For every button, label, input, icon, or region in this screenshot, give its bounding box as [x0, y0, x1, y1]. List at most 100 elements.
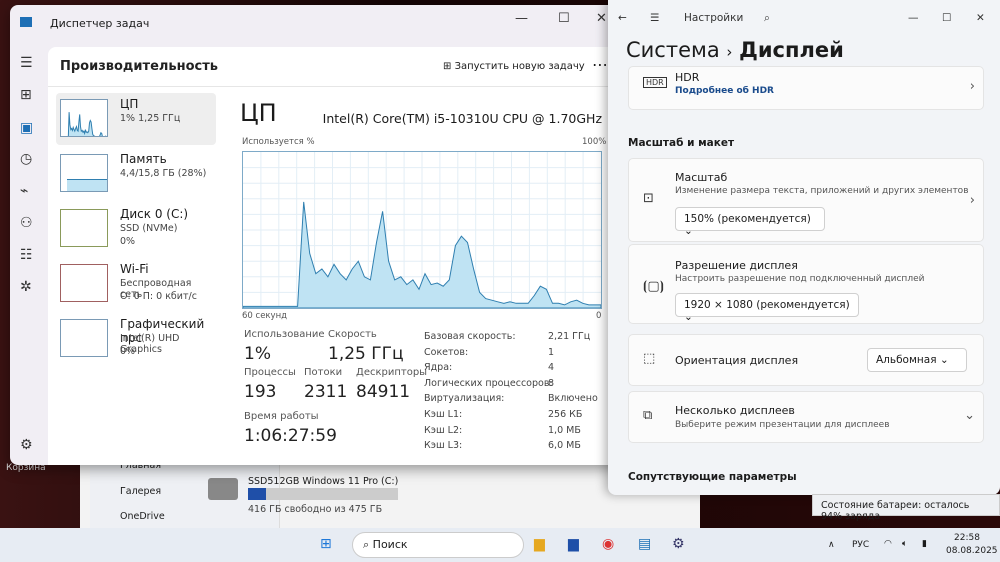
handles-label: Дескрипторы [356, 367, 428, 378]
usage-label: Использование [244, 329, 325, 340]
resource-disk[interactable]: Диск 0 (C:) SSD (NVMe) 0% [56, 203, 216, 255]
wifi-icon[interactable]: ◠ [884, 539, 892, 549]
settings-window: ← ☰ Настройки ⌕ — ☐ ✕ Система › Дисплей … [608, 0, 1000, 495]
spec-label: Сокетов: [424, 346, 469, 358]
drive-icon [208, 478, 238, 500]
chrome-icon[interactable]: ◉ [602, 536, 614, 552]
x-axis-label: 60 секунд [242, 311, 288, 321]
spec-label: Виртуализация: [424, 393, 505, 405]
breadcrumb: Система › Дисплей [626, 38, 844, 62]
spec-value: 4 [548, 362, 555, 374]
search-icon[interactable]: ⌕ [764, 12, 770, 25]
services-icon[interactable]: ✲ [20, 279, 32, 295]
history-icon[interactable]: ◷ [20, 151, 32, 167]
cpu-usage-graph [242, 151, 602, 309]
startup-icon[interactable]: ⌁ [20, 183, 28, 199]
cpu-thumbnail [60, 99, 108, 137]
task-manager-icon[interactable]: ▤ [638, 536, 651, 552]
wifi-thumbnail [60, 264, 108, 302]
performance-icon[interactable]: ▣ [20, 120, 33, 136]
search-box[interactable]: ⌕ Поиск [352, 532, 524, 558]
spec-label: Логических процессоров: [424, 377, 553, 389]
crumb-system[interactable]: Система [626, 38, 720, 62]
more-options-button[interactable]: ⋯ [592, 55, 608, 74]
drive-name[interactable]: SSD512GB Windows 11 Pro (C:) [248, 476, 398, 487]
orientation-dropdown[interactable]: Альбомная ⌄ [867, 348, 967, 372]
minimize-button[interactable]: — [515, 11, 528, 26]
page-title: Производительность [60, 59, 219, 74]
resolution-card: ⦗▢⦘ Разрешение дисплея Настроить разреше… [628, 244, 984, 324]
uptime-label: Время работы [244, 411, 319, 422]
resource-list: ЦП 1% 1,25 ГГц Память 4,4/15,8 ГБ (28%) Ди… [56, 93, 216, 368]
hdr-card[interactable]: HDR HDR Подробнее об HDR › [628, 66, 984, 110]
y-axis-max: 100% [582, 137, 607, 147]
spec-label: Ядра: [424, 362, 453, 374]
minimize-button[interactable]: — [908, 12, 919, 24]
resource-memory[interactable]: Память 4,4/15,8 ГБ (28%) [56, 148, 216, 200]
task-manager-window: Диспетчер задач — ☐ ✕ ☰ ⊞ ▣ ◷ ⌁ ⚇ ☷ ✲ ⚙ … [10, 5, 622, 465]
multiple-displays-card[interactable]: ⧉ Несколько дисплеев Выберите режим през… [628, 391, 984, 443]
scale-dropdown[interactable]: 150% (рекомендуется) ⌄ [675, 207, 825, 237]
clock-date[interactable]: 08.08.2025 [946, 546, 998, 556]
volume-icon[interactable]: 🔈︎ [902, 539, 907, 549]
maximize-button[interactable]: ☐ [558, 11, 570, 26]
scale-card: ⊡ Масштаб Изменение размера текста, прил… [628, 158, 984, 242]
show-hidden-icons[interactable]: ∧ [828, 540, 835, 550]
resolution-icon: ⦗▢⦘ [643, 279, 664, 294]
resource-cpu[interactable]: ЦП 1% 1,25 ГГц [56, 93, 216, 145]
speed-label: Скорость [328, 329, 377, 340]
battery-icon[interactable]: ▮ [922, 539, 927, 549]
run-new-task-button[interactable]: ⊞ Запустить новую задачу [443, 61, 585, 72]
close-button[interactable]: ✕ [596, 11, 607, 26]
y-axis-label: Используется % [242, 137, 315, 147]
details-icon[interactable]: ☷ [20, 247, 33, 263]
processes-label: Процессы [244, 367, 296, 378]
threads-value: 2311 [304, 382, 348, 402]
disk-thumbnail [60, 209, 108, 247]
spec-label: Кэш L2: [424, 424, 463, 436]
handles-value: 84911 [356, 382, 411, 402]
spec-value: 1,0 МБ [548, 424, 581, 436]
hdr-link[interactable]: Подробнее об HDR [675, 86, 774, 96]
drive-usage-bar [248, 488, 398, 500]
settings-icon[interactable]: ⚙ [672, 536, 685, 552]
speed-value: 1,25 ГГц [328, 344, 404, 364]
crumb-display: Дисплей [739, 38, 844, 62]
users-icon[interactable]: ⚇ [20, 215, 33, 231]
spec-label: Кэш L3: [424, 440, 463, 452]
orientation-card: ⬚ Ориентация дисплея Альбомная ⌄ [628, 334, 984, 386]
main-panel: Производительность ⊞ Запустить новую зад… [48, 47, 620, 465]
menu-icon[interactable]: ☰ [650, 12, 659, 24]
spec-label: Кэш L1: [424, 409, 463, 420]
processes-icon[interactable]: ⊞ [20, 87, 32, 103]
battery-tooltip: Состояние батареи: осталось 94% заряда [812, 494, 1000, 522]
usage-value: 1% [244, 344, 271, 364]
cpu-model: Intel(R) Core(TM) i5-10310U CPU @ 1.70GH… [322, 111, 602, 126]
file-explorer-icon[interactable]: ▆ [534, 536, 545, 552]
spec-label: Базовая скорость: [424, 331, 516, 342]
multiple-displays-icon: ⧉ [643, 408, 653, 423]
memory-thumbnail [60, 154, 108, 192]
back-button[interactable]: ← [618, 12, 627, 24]
spec-value: 8 [548, 377, 555, 389]
drive-free: 416 ГБ свободно из 475 ГБ [248, 504, 383, 515]
store-icon[interactable]: ▆ [568, 536, 579, 552]
hamburger-icon[interactable]: ☰ [20, 55, 33, 71]
nav-gallery[interactable]: Галерея [120, 486, 161, 497]
orientation-icon: ⬚ [643, 351, 656, 366]
section-related: Сопутствующие параметры [628, 471, 797, 483]
threads-label: Потоки [304, 367, 343, 378]
maximize-button[interactable]: ☐ [942, 12, 951, 24]
hdr-icon: HDR [643, 77, 667, 88]
spec-value: 2,21 ГГц [548, 331, 591, 342]
nav-onedrive[interactable]: OneDrive [120, 511, 165, 522]
chevron-right-icon[interactable]: › [970, 193, 975, 208]
resource-gpu[interactable]: Графический прс Intel(R) UHD Graphics 0% [56, 313, 216, 365]
language-indicator[interactable]: РУС [852, 540, 869, 550]
resolution-dropdown[interactable]: 1920 × 1080 (рекомендуется) ⌄ [675, 293, 859, 323]
settings-icon[interactable]: ⚙ [20, 437, 33, 453]
close-button[interactable]: ✕ [976, 12, 985, 24]
clock-time[interactable]: 22:58 [954, 533, 980, 543]
resource-wifi[interactable]: Wi-Fi Беспроводная сеть О: 0 П: 0 кбит/с [56, 258, 216, 310]
start-button[interactable]: ⊞ [320, 536, 332, 552]
